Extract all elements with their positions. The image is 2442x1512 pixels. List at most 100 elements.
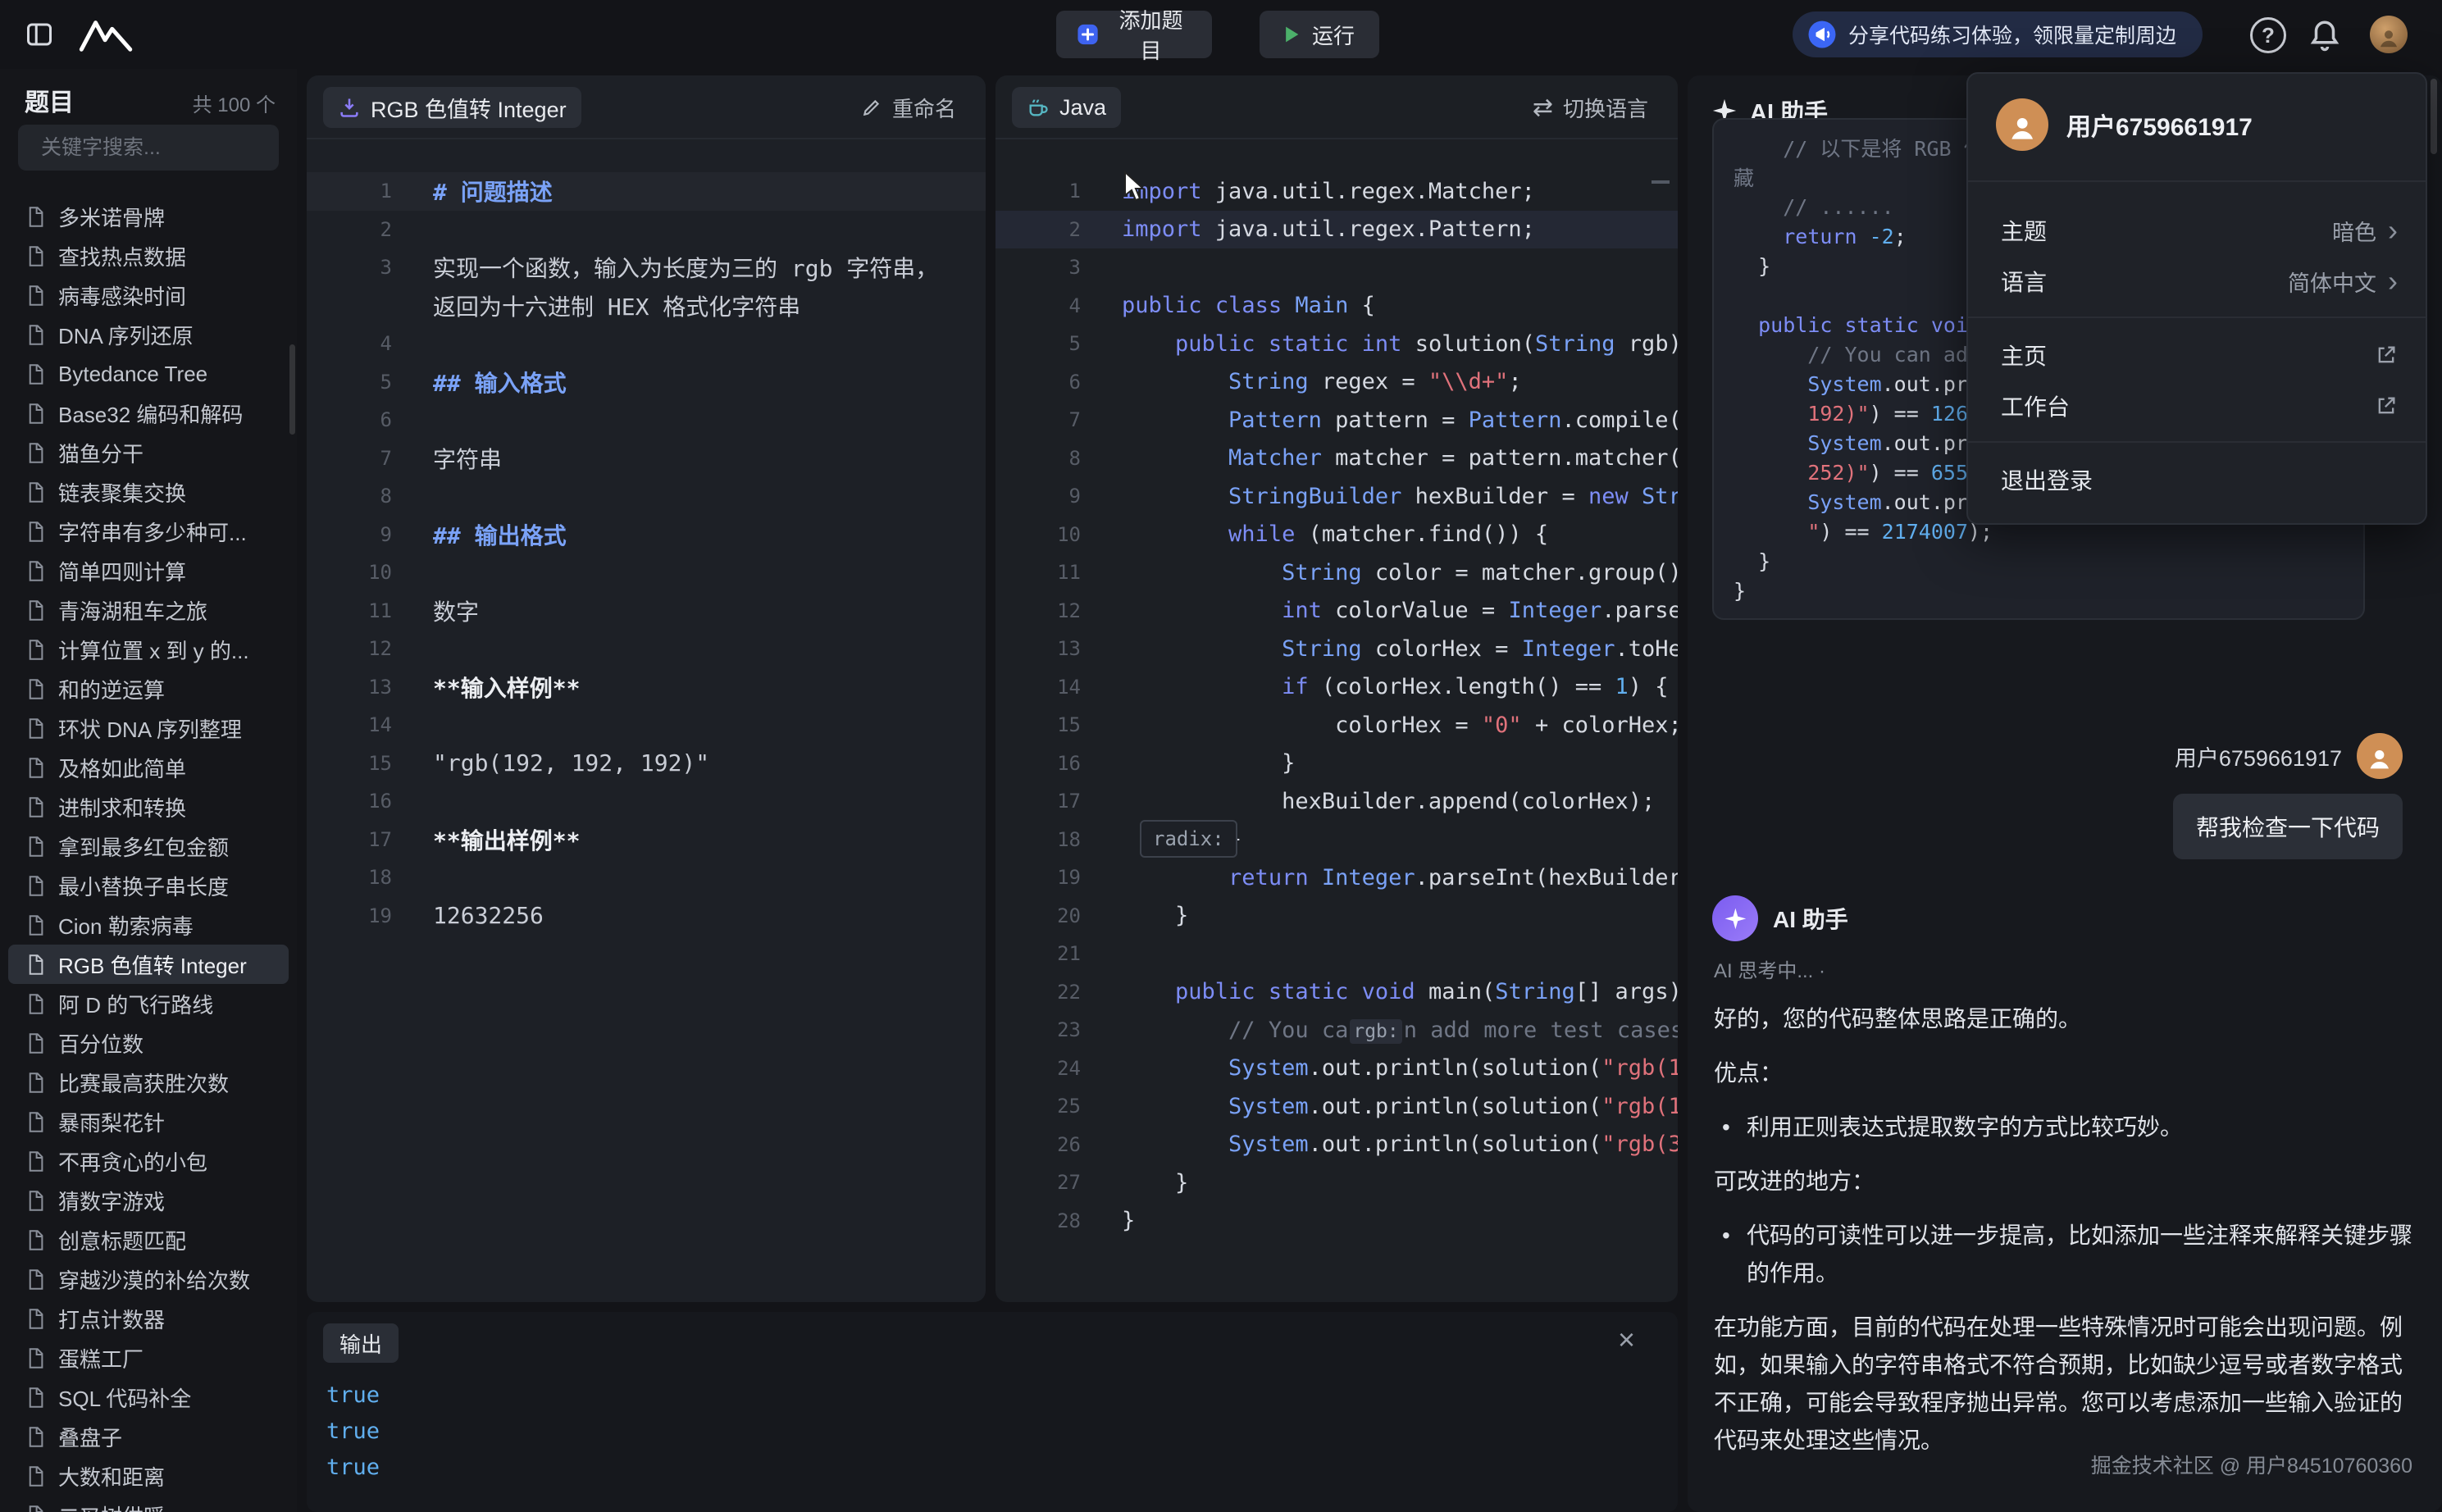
sidebar-item[interactable]: 穿越沙漠的补给次数 — [0, 1259, 297, 1299]
menu-item-label: 退出登录 — [2001, 463, 2093, 496]
line-number: 23 — [995, 1018, 1081, 1041]
menu-user-avatar — [1996, 98, 2048, 151]
file-icon — [25, 403, 47, 425]
sidebar-item[interactable]: 字符串有多少种可... — [0, 512, 297, 551]
sidebar-item[interactable]: 及格如此简单 — [0, 748, 297, 787]
menu-item-theme[interactable]: 主题 暗色› — [1968, 205, 2426, 256]
sidebar-item[interactable]: 链表聚集交换 — [0, 472, 297, 512]
sidebar-item[interactable]: 比赛最高获胜次数 — [0, 1063, 297, 1102]
sidebar-item[interactable]: 蛋糕工厂 — [0, 1338, 297, 1378]
promo-banner[interactable]: 分享代码练习体验，领限量定制周边 — [1793, 11, 2203, 57]
menu-item-home[interactable]: 主页 — [1968, 330, 2426, 380]
code-line: 22 public static void main(String[] args… — [995, 973, 1678, 1012]
sidebar-item-label: SQL 代码补全 — [58, 1382, 191, 1413]
search-box[interactable] — [18, 125, 279, 171]
ai-panel-scrollbar[interactable] — [2431, 79, 2437, 154]
sidebar-item[interactable]: 猜数字游戏 — [0, 1181, 297, 1220]
sidebar-item[interactable]: 创意标题匹配 — [0, 1220, 297, 1259]
sidebar-item[interactable]: Base32 编码和解码 — [0, 394, 297, 433]
sidebar-item[interactable]: 进制求和转换 — [0, 787, 297, 827]
sidebar-item[interactable]: DNA 序列还原 — [0, 315, 297, 354]
problem-line: 16 — [307, 782, 986, 821]
problem-editor[interactable]: 1# 问题描述23实现一个函数，输入为长度为三的 rgb 字符串，返回为十六进制… — [307, 172, 986, 935]
sidebar-item-selected[interactable]: RGB 色值转 Integer — [8, 945, 289, 984]
sidebar-item[interactable]: Cion 勒索病毒 — [0, 905, 297, 945]
close-output-button[interactable]: × — [1618, 1325, 1635, 1355]
menu-username: 用户6759661917 — [2066, 107, 2253, 143]
sidebar-item[interactable]: 简单四则计算 — [0, 551, 297, 590]
code-editor[interactable]: 1import java.util.regex.Matcher;2import … — [995, 172, 1678, 1240]
ai-message-body: 好的，您的代码整体思路是正确的。优点：•利用正则表达式提取数字的方式比较巧妙。可… — [1714, 1000, 2424, 1476]
output-tab[interactable]: 输出 — [323, 1323, 399, 1363]
sidebar-item[interactable]: 拿到最多红包金额 — [0, 827, 297, 866]
problem-list: 多米诺骨牌查找热点数据病毒感染时间DNA 序列还原Bytedance TreeB… — [0, 197, 297, 1512]
menu-item-workbench[interactable]: 工作台 — [1968, 380, 2426, 431]
problem-title: RGB 色值转 Integer — [371, 92, 567, 124]
sidebar-item[interactable]: 青海湖租车之旅 — [0, 590, 297, 630]
menu-item-logout[interactable]: 退出登录 — [1968, 454, 2426, 505]
switch-language-button[interactable]: ⇄ 切换语言 — [1533, 75, 1648, 139]
sidebar-item-label: 猫鱼分干 — [58, 438, 144, 468]
sidebar-item[interactable]: 打点计数器 — [0, 1299, 297, 1338]
help-button[interactable]: ? — [2250, 17, 2286, 53]
sidebar-item-label: 打点计数器 — [58, 1304, 165, 1334]
sidebar-item[interactable]: 计算位置 x 到 y 的... — [0, 630, 297, 669]
file-icon — [25, 442, 47, 464]
file-icon — [25, 1308, 47, 1330]
sidebar-item[interactable]: 百分位数 — [0, 1023, 297, 1063]
code-line: 17 hexBuilder.append(colorHex); — [995, 782, 1678, 821]
sidebar-item[interactable]: 最小替换子串长度 — [0, 866, 297, 905]
person-icon — [2007, 112, 2038, 143]
chevron-right-icon: › — [2388, 216, 2398, 245]
sidebar-item[interactable]: 暴雨梨花针 — [0, 1102, 297, 1141]
sidebar-item[interactable]: 二叉树供暖 — [0, 1496, 297, 1512]
problem-line: 返回为十六进制 HEX 格式化字符串 — [307, 287, 986, 326]
sidebar-item[interactable]: 查找热点数据 — [0, 236, 297, 276]
sidebar-item[interactable]: 阿 D 的飞行路线 — [0, 984, 297, 1023]
user-avatar-button[interactable] — [2370, 16, 2408, 53]
file-icon — [25, 1190, 47, 1212]
line-number: 2 — [995, 218, 1081, 241]
sidebar-item[interactable]: 多米诺骨牌 — [0, 197, 297, 236]
sidebar-item[interactable]: 病毒感染时间 — [0, 276, 297, 315]
code-line: 21 — [995, 935, 1678, 973]
run-button[interactable]: 运行 — [1260, 11, 1379, 58]
sidebar-item[interactable]: 环状 DNA 序列整理 — [0, 708, 297, 748]
menu-item-language[interactable]: 语言 简体中文› — [1968, 256, 2426, 307]
code-line: 20 } — [995, 897, 1678, 936]
sidebar-toggle-button[interactable] — [20, 16, 59, 52]
sidebar-item-label: 青海湖租车之旅 — [58, 595, 207, 626]
menu-divider — [1968, 180, 2426, 182]
line-number: 8 — [307, 485, 392, 508]
line-number: 4 — [307, 332, 392, 355]
add-problem-button[interactable]: 添加题目 — [1056, 11, 1212, 58]
line-number: 12 — [995, 599, 1081, 622]
file-icon — [25, 914, 47, 936]
problem-count: 共 100 个 — [193, 89, 276, 117]
notifications-button[interactable] — [2308, 16, 2347, 55]
app-logo[interactable] — [77, 15, 139, 56]
sidebar-item-label: 及格如此简单 — [58, 753, 186, 783]
search-input[interactable] — [41, 136, 297, 160]
mountain-logo-icon — [77, 16, 136, 54]
code-line: 24 System.out.println(solution("rgb(192,… — [995, 1050, 1678, 1088]
sidebar-item[interactable]: 和的逆运算 — [0, 669, 297, 708]
sidebar-item[interactable]: 叠盘子 — [0, 1417, 297, 1456]
code-line: 23 // You cargb:n add more test cases he… — [995, 1011, 1678, 1050]
line-number: 18 — [995, 828, 1081, 851]
ai-panel-footer: 掘金技术社区 @ 用户84510760360 — [2091, 1450, 2412, 1479]
rename-button[interactable]: 重命名 — [861, 75, 956, 139]
sparkle-icon — [1723, 906, 1748, 931]
sidebar-item[interactable]: Bytedance Tree — [0, 354, 297, 394]
sidebar-item[interactable]: 大数和距离 — [0, 1456, 297, 1496]
person-icon — [2376, 25, 2401, 50]
sidebar-item[interactable]: 不再贪心的小包 — [0, 1141, 297, 1181]
line-number: 25 — [995, 1095, 1081, 1118]
sidebar-item[interactable]: 猫鱼分干 — [0, 433, 297, 472]
sidebar-item-label: 查找热点数据 — [58, 241, 186, 271]
sidebar-item-label: 比赛最高获胜次数 — [58, 1068, 229, 1098]
sidebar-scrollbar[interactable] — [289, 344, 295, 435]
code-line: 13 String colorHex = Integer.toHexString… — [995, 630, 1678, 668]
app-root: 添加题目 运行 分享代码练习体验，领限量定制周边 ? 题目 共 100 个 多米… — [0, 0, 2442, 1512]
sidebar-item[interactable]: SQL 代码补全 — [0, 1378, 297, 1417]
